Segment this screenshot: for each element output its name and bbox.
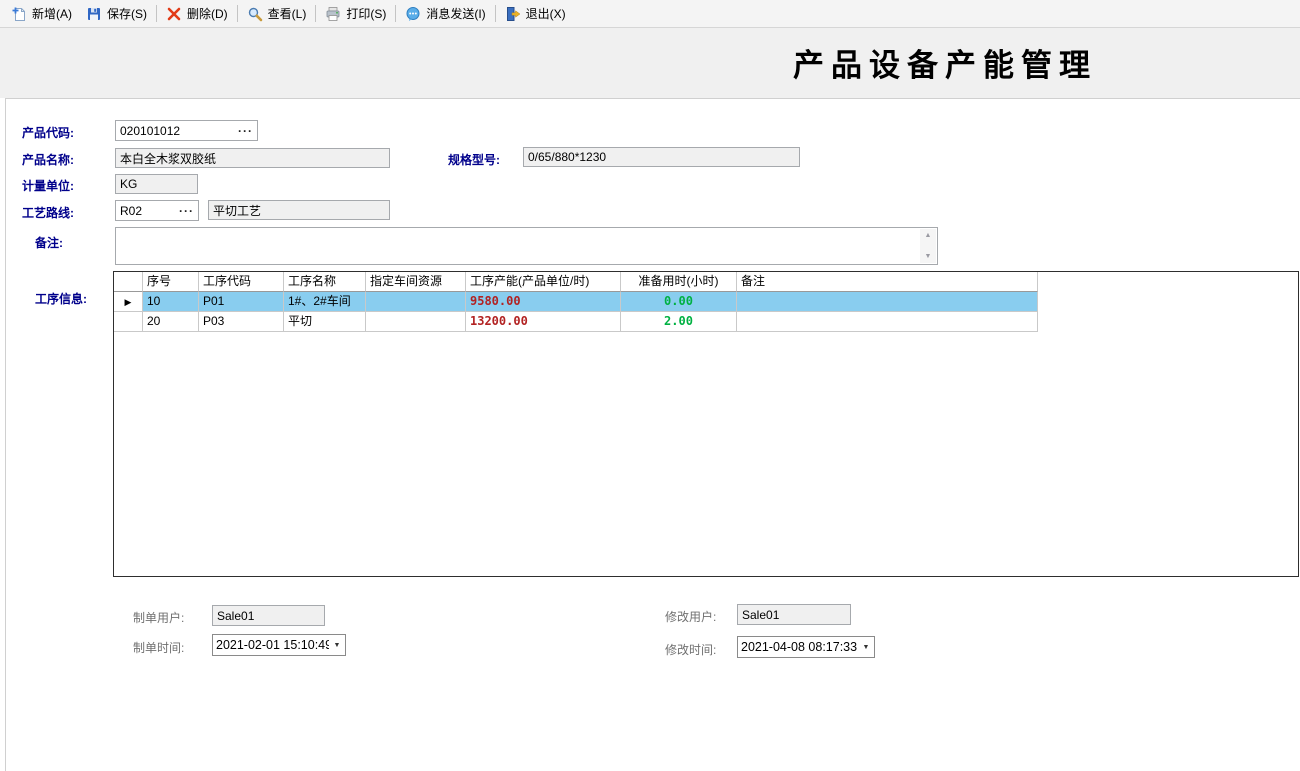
cell-code[interactable]: P03 (199, 312, 284, 332)
page-title: 产品设备产能管理 (780, 40, 1110, 85)
grid-header-row: 序号 工序代码 工序名称 指定车间资源 工序产能(产品单位/时) 准备用时(小时… (114, 272, 1298, 292)
cell-seq[interactable]: 20 (143, 312, 199, 332)
cell-name[interactable]: 1#、2#车间 (284, 292, 366, 312)
grid-header-name[interactable]: 工序名称 (284, 272, 366, 292)
modifier-value: Sale01 (742, 608, 779, 622)
toolbar-separator (495, 5, 496, 22)
new-button-label: 新增(A) (32, 5, 72, 22)
delete-button-label: 删除(D) (187, 5, 228, 22)
save-button-label: 保存(S) (107, 5, 147, 22)
remark-textarea[interactable]: ▲ ▼ (115, 227, 938, 265)
cell-workshop[interactable] (366, 312, 466, 332)
delete-icon (166, 6, 182, 22)
creator-label: 制单用户: (133, 609, 184, 626)
remark-scrollbar[interactable]: ▲ ▼ (920, 229, 936, 263)
cell-seq[interactable]: 10 (143, 292, 199, 312)
print-button[interactable]: 打印(S) (318, 3, 393, 25)
create-time-dropdown-icon[interactable]: ▼ (329, 635, 345, 655)
grid-header-selector (114, 272, 143, 292)
print-icon (325, 6, 341, 22)
process-info-label: 工序信息: (35, 290, 87, 307)
create-time-picker[interactable]: 2021-02-01 15:10:49 ▼ (212, 634, 346, 656)
row-selector-cell[interactable] (114, 312, 143, 332)
table-row[interactable]: 20 P03 平切 13200.00 2.00 (114, 312, 1298, 332)
create-time-label: 制单时间: (133, 639, 184, 656)
view-button-label: 查看(L) (268, 5, 307, 22)
cell-capacity[interactable]: 13200.00 (466, 312, 621, 332)
table-row[interactable]: ▶ 10 P01 1#、2#车间 9580.00 0.00 (114, 292, 1298, 312)
delete-button[interactable]: 删除(D) (159, 3, 235, 25)
modify-time-label: 修改时间: (665, 641, 716, 658)
creator-input[interactable]: Sale01 (212, 605, 325, 626)
remark-label: 备注: (35, 234, 63, 251)
cell-remark[interactable] (737, 312, 1038, 332)
product-name-label: 产品名称: (22, 151, 74, 168)
unit-value: KG (120, 177, 137, 191)
cell-prep[interactable]: 0.00 (621, 292, 737, 312)
modify-time-picker[interactable]: 2021-04-08 08:17:33 ▼ (737, 636, 875, 658)
view-button[interactable]: 查看(L) (240, 3, 314, 25)
product-code-input[interactable]: 020101012 ··· (115, 120, 258, 141)
product-code-value: 020101012 (120, 124, 180, 138)
product-code-browse-button[interactable]: ··· (238, 127, 253, 135)
exit-button[interactable]: 退出(X) (498, 3, 573, 25)
message-send-button-label: 消息发送(I) (426, 5, 485, 22)
create-time-value: 2021-02-01 15:10:49 (213, 638, 329, 652)
message-send-button[interactable]: 消息发送(I) (398, 3, 492, 25)
unit-label: 计量单位: (22, 177, 74, 194)
toolbar-separator (237, 5, 238, 22)
view-icon (247, 6, 263, 22)
cell-code[interactable]: P01 (199, 292, 284, 312)
exit-icon (505, 6, 521, 22)
cell-capacity[interactable]: 9580.00 (466, 292, 621, 312)
message-icon (405, 6, 421, 22)
exit-button-label: 退出(X) (526, 5, 566, 22)
product-name-value: 本白全木浆双胶纸 (120, 150, 216, 167)
grid-header-remark[interactable]: 备注 (737, 272, 1038, 292)
toolbar-separator (395, 5, 396, 22)
process-grid: 序号 工序代码 工序名称 指定车间资源 工序产能(产品单位/时) 准备用时(小时… (113, 271, 1299, 577)
modify-time-value: 2021-04-08 08:17:33 (738, 640, 858, 654)
grid-header-capacity[interactable]: 工序产能(产品单位/时) (466, 272, 621, 292)
row-selector-icon: ▶ (125, 297, 132, 307)
creator-value: Sale01 (217, 609, 254, 623)
cell-prep[interactable]: 2.00 (621, 312, 737, 332)
grid-header-workshop[interactable]: 指定车间资源 (366, 272, 466, 292)
process-route-name-value: 平切工艺 (213, 202, 261, 219)
grid-header-seq[interactable]: 序号 (143, 272, 199, 292)
grid-header-prep[interactable]: 准备用时(小时) (621, 272, 737, 292)
row-selector-cell[interactable]: ▶ (114, 292, 143, 312)
product-code-label: 产品代码: (22, 124, 74, 141)
spec-model-label: 规格型号: (448, 151, 500, 168)
toolbar: 新增(A) 保存(S) 删除(D) 查看(L) 打印(S) 消息发送(I) 退出… (0, 0, 1300, 28)
process-route-browse-button[interactable]: ··· (179, 207, 194, 215)
save-button[interactable]: 保存(S) (79, 3, 154, 25)
scroll-up-icon[interactable]: ▲ (925, 232, 932, 239)
spec-model-input[interactable]: 0/65/880*1230 (523, 147, 800, 167)
new-doc-icon (11, 6, 27, 22)
print-button-label: 打印(S) (346, 5, 386, 22)
cell-name[interactable]: 平切 (284, 312, 366, 332)
modifier-input[interactable]: Sale01 (737, 604, 851, 625)
new-button[interactable]: 新增(A) (4, 3, 79, 25)
toolbar-separator (156, 5, 157, 22)
toolbar-separator (315, 5, 316, 22)
process-route-code-value: R02 (120, 204, 142, 218)
process-route-label: 工艺路线: (22, 204, 74, 221)
cell-workshop[interactable] (366, 292, 466, 312)
spec-model-value: 0/65/880*1230 (528, 150, 606, 164)
process-route-code-input[interactable]: R02 ··· (115, 200, 199, 221)
process-route-name-input[interactable]: 平切工艺 (208, 200, 390, 220)
unit-input[interactable]: KG (115, 174, 198, 194)
grid-header-code[interactable]: 工序代码 (199, 272, 284, 292)
cell-remark[interactable] (737, 292, 1038, 312)
product-name-input[interactable]: 本白全木浆双胶纸 (115, 148, 390, 168)
save-icon (86, 6, 102, 22)
modify-time-dropdown-icon[interactable]: ▼ (858, 637, 874, 657)
scroll-down-icon[interactable]: ▼ (925, 253, 932, 260)
modifier-label: 修改用户: (665, 608, 716, 625)
